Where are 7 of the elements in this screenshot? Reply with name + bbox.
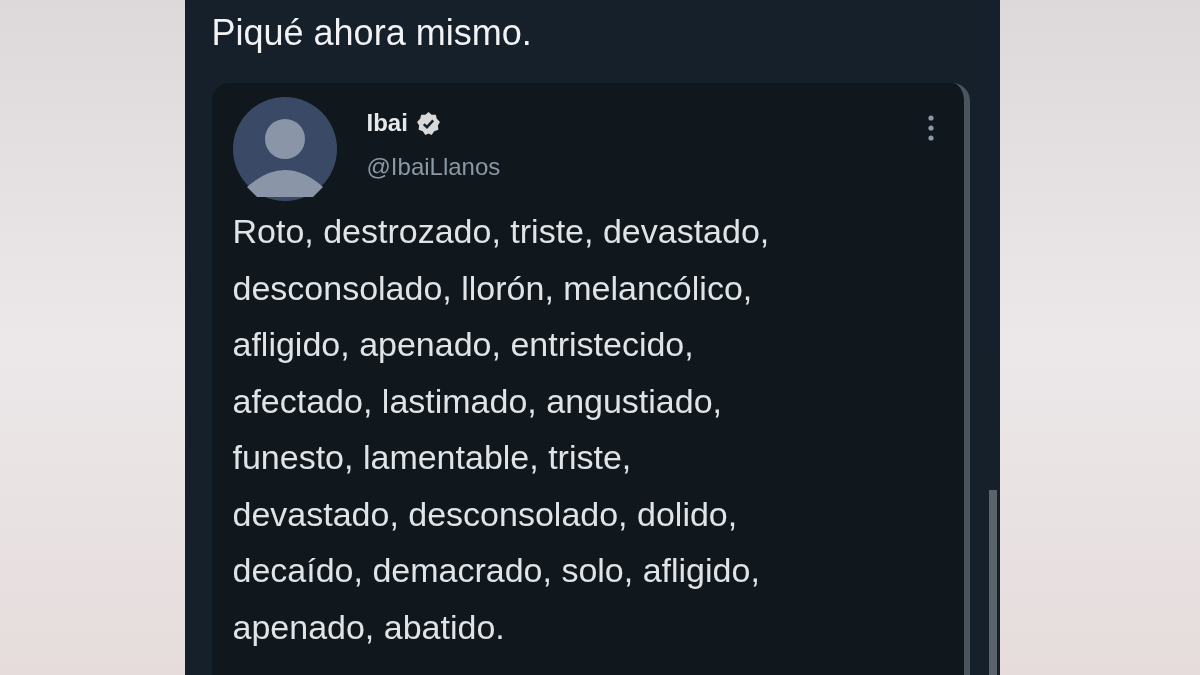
more-options-icon[interactable]	[927, 115, 934, 141]
avatar-icon[interactable]	[232, 97, 337, 201]
tweet-text: Roto, destrozado, triste, devastado, desconsolado, llorón, melancólico, afligido, apenado, entristecido, afectado, lastimado, angustiado, funesto, lamentable, triste, devastado, desconsolado, dolido, decaído, demacrado, solo, afligido, apenado, abatido.	[232, 211, 771, 648]
scrollbar-thumb[interactable]	[988, 490, 997, 675]
post-caption: Piqué ahora mismo.	[211, 11, 533, 55]
author-name[interactable]: Ibai	[366, 109, 408, 137]
author-handle[interactable]: @IbaiLlanos	[366, 153, 501, 181]
